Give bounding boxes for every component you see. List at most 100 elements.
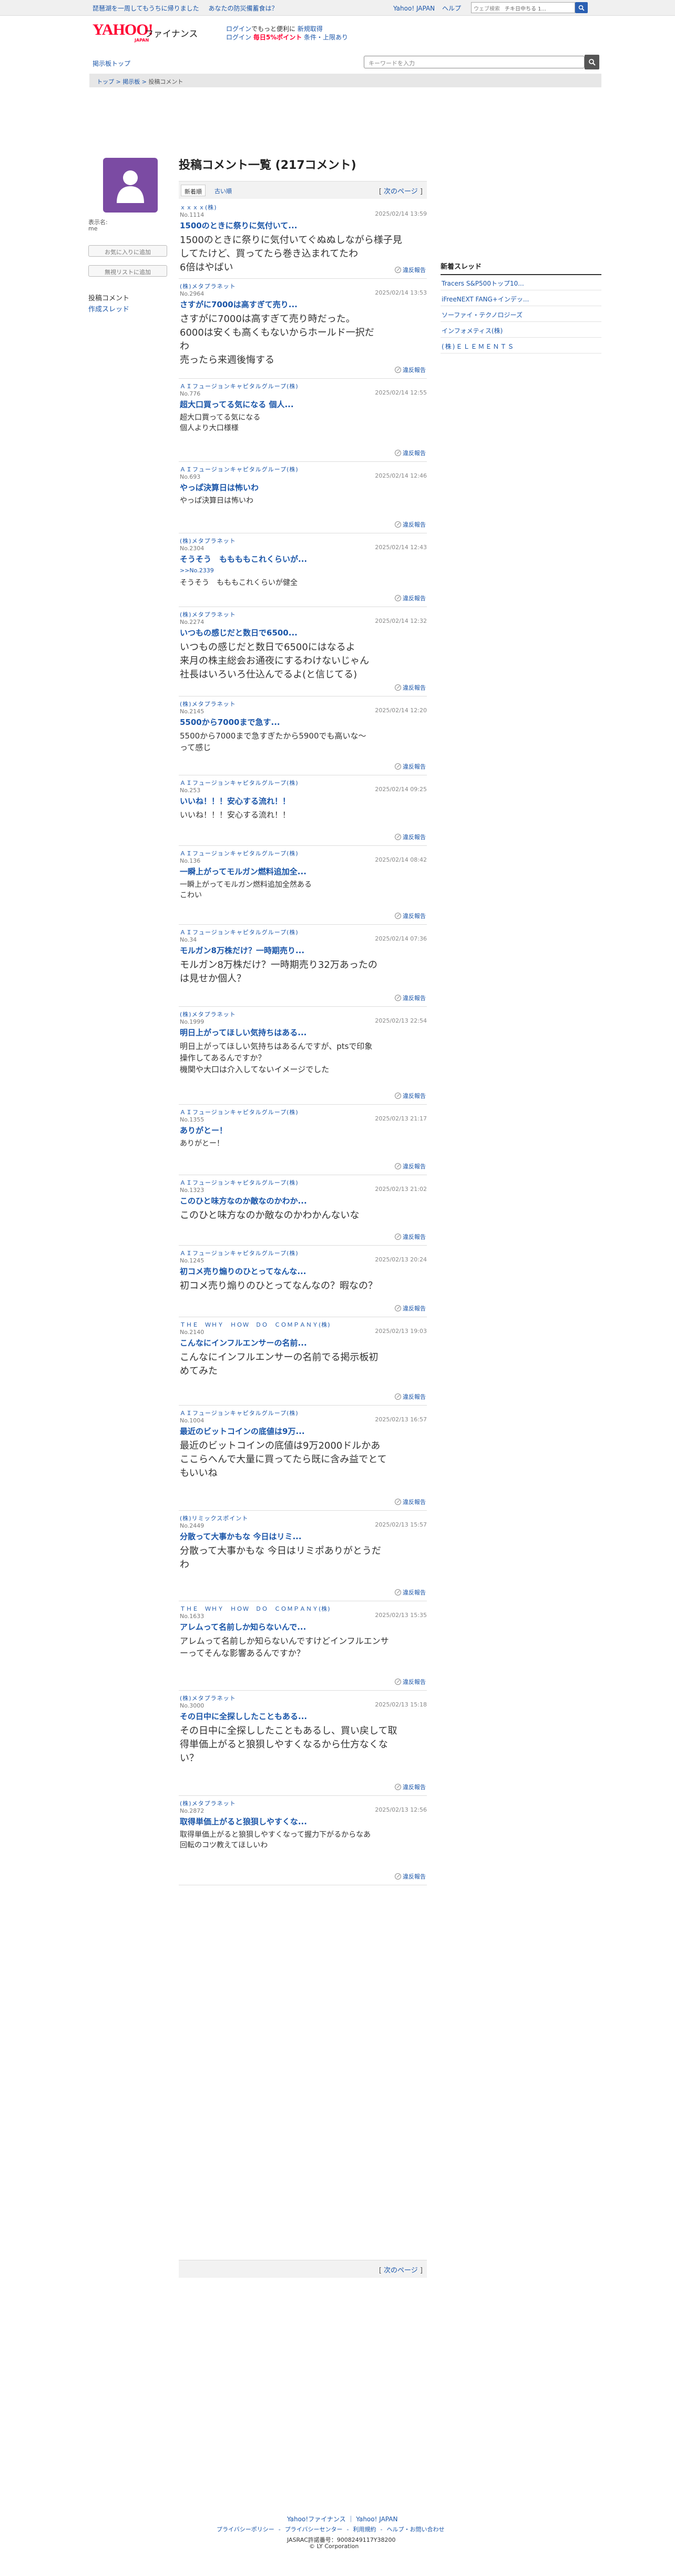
report-link[interactable]: 違反報告	[395, 994, 426, 1002]
comment-board-link[interactable]: ＡＩフュージョンキャピタルグループ(株)	[180, 1409, 299, 1417]
new-thread-item[interactable]: インフォメティス(株)	[441, 322, 601, 338]
header-promo-conditions[interactable]: 条件・上限あり	[304, 34, 348, 41]
report-link[interactable]: 違反報告	[395, 1233, 426, 1241]
comment-title-link[interactable]: そうそう ももももこれくらいが...	[180, 553, 307, 564]
comment-board-link[interactable]: (株)メタプラネット	[180, 1010, 236, 1018]
comment-item: ＡＩフュージョンキャピタルグループ(株) No.776 2025/02/14 12:…	[179, 379, 427, 462]
sidebar-item-comments[interactable]: 投稿コメント	[88, 292, 129, 302]
report-link[interactable]: 違反報告	[395, 833, 426, 841]
comment-board-link[interactable]: ＴＨＥ ＷＨＹ ＨＯＷ ＤＯ ＣＯＭＰＡＮＹ(株)	[180, 1320, 331, 1329]
comment-board-link[interactable]: ｘｘｘｘ(株)	[180, 203, 217, 211]
report-link[interactable]: 違反報告	[395, 1162, 426, 1170]
new-thread-item[interactable]: Tracers S&P500トップ10...	[441, 275, 601, 290]
privacy-policy-link[interactable]: プライバシーポリシー	[217, 2526, 274, 2533]
report-link[interactable]: 違反報告	[395, 520, 426, 529]
comment-title-link[interactable]: 5500から7000まで急す...	[180, 716, 280, 728]
comment-board-link[interactable]: ＡＩフュージョンキャピタルグループ(株)	[180, 1108, 299, 1116]
report-link[interactable]: 違反報告	[395, 449, 426, 457]
comment-title-link[interactable]: 明日上がってほしい気持ちはある...	[180, 1027, 306, 1038]
report-link[interactable]: 違反報告	[395, 1498, 426, 1506]
breadcrumb-top[interactable]: トップ	[97, 78, 114, 85]
board-top-link[interactable]: 掲示板トップ	[93, 59, 130, 68]
report-link[interactable]: 違反報告	[395, 366, 426, 374]
breadcrumb-board[interactable]: 掲示板	[122, 78, 140, 85]
new-thread-item[interactable]: iFreeNEXT FANG+インデッ...	[441, 290, 601, 306]
header-promo-signup[interactable]: 新規取得	[298, 25, 323, 33]
comment-title-link[interactable]: いつもの感じだと数日で6500...	[180, 627, 298, 638]
report-link[interactable]: 違反報告	[395, 1588, 426, 1597]
report-link[interactable]: 違反報告	[395, 1678, 426, 1686]
comment-board-link[interactable]: ＡＩフュージョンキャピタルグループ(株)	[180, 1249, 299, 1257]
comment-body: ありがとー！	[180, 1139, 224, 1148]
help-contact-link[interactable]: ヘルプ・お問い合わせ	[387, 2526, 445, 2533]
report-link[interactable]: 違反報告	[395, 1872, 426, 1881]
web-search-hint: チキ日中ちる 1...	[505, 6, 547, 12]
comment-board-link[interactable]: ＴＨＥ ＷＨＹ ＨＯＷ ＤＯ ＣＯＭＰＡＮＹ(株)	[180, 1604, 331, 1613]
comment-title-link[interactable]: ありがとー！	[180, 1125, 227, 1136]
comment-board-link[interactable]: (株)リミックスポイント	[180, 1514, 248, 1522]
comment-board-link[interactable]: (株)メタプラネット	[180, 700, 236, 708]
comment-title-link[interactable]: さすがに7000は高すぎて売り...	[180, 299, 298, 310]
new-thread-item[interactable]: (株)ＥＬＥＭＥＮＴＳ	[441, 338, 601, 353]
header-promo-login-2[interactable]: ログイン	[226, 34, 251, 41]
sidebar-item-threads[interactable]: 作成スレッド	[88, 304, 129, 314]
terms-link[interactable]: 利用規約	[353, 2526, 376, 2533]
board-search-button[interactable]	[585, 55, 599, 69]
comment-board-link[interactable]: (株)メタプラネット	[180, 537, 236, 545]
comment-title-link[interactable]: いいね！！！安心する流れ！！	[180, 795, 290, 806]
comment-title-link[interactable]: 最近のビットコインの底値は9万...	[180, 1426, 305, 1437]
comment-board-link[interactable]: ＡＩフュージョンキャピタルグループ(株)	[180, 465, 299, 473]
comment-reply-link[interactable]: >>No.2339	[180, 567, 214, 574]
report-link[interactable]: 違反報告	[395, 594, 426, 602]
web-search-button[interactable]	[575, 2, 588, 13]
comment-board-link[interactable]: ＡＩフュージョンキャピタルグループ(株)	[180, 1178, 299, 1187]
comment-board-link[interactable]: (株)メタプラネット	[180, 282, 236, 290]
comment-title-link[interactable]: モルガン8万株だけ？一時期売り...	[180, 945, 304, 956]
report-link[interactable]: 違反報告	[395, 1392, 426, 1401]
tab-oldest[interactable]: 古い順	[211, 185, 235, 196]
next-page-link[interactable]: [ 次のページ ]	[379, 2265, 423, 2275]
yahoo-japan-link[interactable]: Yahoo! JAPAN	[393, 5, 435, 12]
header-promo-login[interactable]: ログイン	[226, 25, 251, 33]
comment-board-link[interactable]: (株)メタプラネット	[180, 1694, 236, 1702]
comment-title-link[interactable]: 分散って大事かもな 今日はリミ...	[180, 1531, 302, 1542]
report-link[interactable]: 違反報告	[395, 683, 426, 692]
add-favorite-button[interactable]: お気に入りに追加	[88, 245, 167, 257]
comment-title-link[interactable]: アレムって名前しか知らないんで...	[180, 1621, 306, 1632]
report-link[interactable]: 違反報告	[395, 912, 426, 920]
report-link[interactable]: 違反報告	[395, 266, 426, 274]
comment-title-link[interactable]: やっぱ決算日は怖いわ	[180, 482, 259, 493]
comment-title-link[interactable]: こんなにインフルエンサーの名前...	[180, 1337, 307, 1348]
comment-date: 2025/02/13 20:24	[375, 1256, 427, 1263]
comment-title-link[interactable]: 一瞬上がってモルガン燃料追加全...	[180, 866, 306, 877]
board-search-input[interactable]: キーワードを入力	[364, 56, 585, 68]
comment-board-link[interactable]: ＡＩフュージョンキャピタルグループ(株)	[180, 928, 299, 936]
comment-title-link[interactable]: 1500のときに祭りに気付いて...	[180, 220, 297, 231]
comment-board-link[interactable]: (株)メタプラネット	[180, 610, 236, 619]
help-link[interactable]: ヘルプ	[442, 5, 461, 12]
new-thread-item[interactable]: ソーファイ・テクノロジーズ	[441, 306, 601, 322]
comment-title-link[interactable]: 超大口買ってる気になる 個人...	[180, 399, 294, 410]
add-ignore-list-button[interactable]: 無視リストに追加	[88, 265, 167, 277]
comment-board-link[interactable]: ＡＩフュージョンキャピタルグループ(株)	[180, 849, 299, 857]
comment-board-link[interactable]: (株)メタプラネット	[180, 1799, 236, 1807]
comment-title-link[interactable]: このひと味方なのか敵なのかわか...	[180, 1195, 307, 1206]
footer-yahoo-link[interactable]: Yahoo! JAPAN	[356, 2516, 397, 2523]
tab-newest[interactable]: 新着順	[181, 185, 206, 196]
app-name[interactable]: ファイナンス	[145, 26, 198, 39]
comment-board-link[interactable]: ＡＩフュージョンキャピタルグループ(株)	[180, 779, 299, 787]
privacy-center-link[interactable]: プライバシーセンター	[285, 2526, 343, 2533]
report-link[interactable]: 違反報告	[395, 1092, 426, 1100]
report-link[interactable]: 違反報告	[395, 1783, 426, 1791]
comment-title-link[interactable]: 取得単価上がると狼狽しやすくな...	[180, 1816, 307, 1827]
next-page-link[interactable]: [ 次のページ ]	[379, 186, 423, 196]
comment-title-link[interactable]: その日中に全探ししたこともある...	[180, 1711, 307, 1722]
comment-title-link[interactable]: 初コメ売り煽りのひとってなんな...	[180, 1266, 306, 1277]
report-link[interactable]: 違反報告	[395, 1304, 426, 1312]
top-promo-link-2[interactable]: あなたの防災備蓄食は？	[209, 5, 278, 12]
top-promo-link-1[interactable]: 琵琶湖を一周してもうちに帰りました	[93, 5, 199, 12]
breadcrumb-trail: トップ > 掲示板 > 投稿コメント	[97, 77, 183, 86]
report-link[interactable]: 違反報告	[395, 762, 426, 771]
comment-board-link[interactable]: ＡＩフュージョンキャピタルグループ(株)	[180, 382, 299, 390]
footer-finance-link[interactable]: Yahoo!ファイナンス	[287, 2516, 346, 2523]
